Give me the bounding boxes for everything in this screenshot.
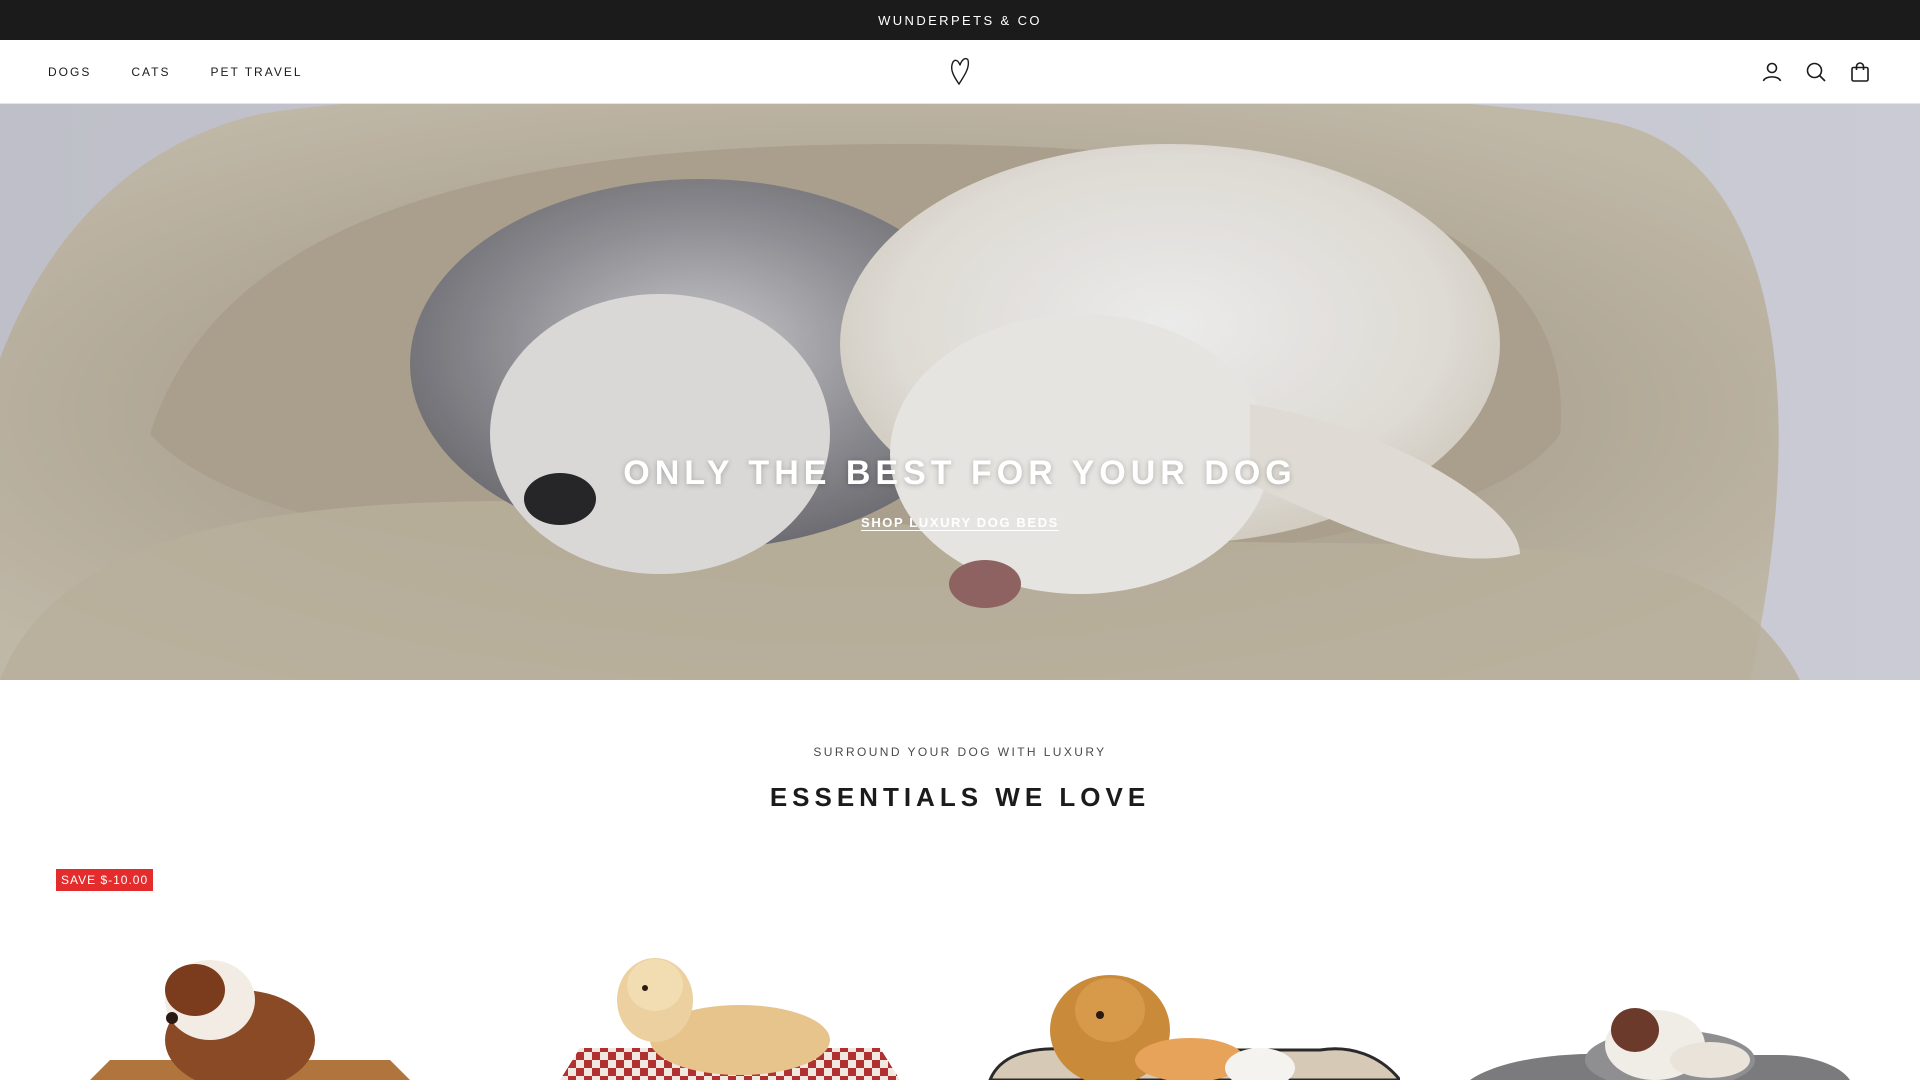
hero-image-dogs-on-bed xyxy=(0,104,1920,680)
product-image-dog-on-checkered-bed[interactable] xyxy=(480,860,920,1080)
shop-dog-beds-link[interactable]: SHOP LUXURY DOG BEDS xyxy=(861,515,1059,530)
main-nav: DOGS CATS PET TRAVEL xyxy=(48,40,303,104)
hero-banner: ONLY THE BEST FOR YOUR DOG SHOP LUXURY D… xyxy=(0,104,1920,680)
announcement-bar: WUNDERPETS & CO xyxy=(0,0,1920,40)
site-header: DOGS CATS PET TRAVEL xyxy=(0,40,1920,104)
product-card[interactable] xyxy=(960,860,1400,1080)
product-image-dog-on-grey-bed[interactable] xyxy=(1440,860,1880,1080)
product-image-dog-on-bed[interactable] xyxy=(0,860,440,1080)
product-grid: SAVE $-10.00 xyxy=(0,860,1920,1080)
announcement-text: WUNDERPETS & CO xyxy=(878,12,1042,28)
product-image-dog-and-cat-on-bed[interactable] xyxy=(960,860,1400,1080)
product-card[interactable]: SAVE $-10.00 xyxy=(0,860,440,1080)
hero-title: ONLY THE BEST FOR YOUR DOG xyxy=(623,454,1297,492)
nav-item-cats[interactable]: CATS xyxy=(131,65,170,79)
nav-item-pet-travel[interactable]: PET TRAVEL xyxy=(210,65,302,79)
nav-item-dogs[interactable]: DOGS xyxy=(48,65,91,79)
brand-logo-heart-icon[interactable] xyxy=(944,54,976,90)
product-card[interactable] xyxy=(1440,860,1880,1080)
search-icon[interactable] xyxy=(1804,60,1828,84)
product-card[interactable] xyxy=(480,860,920,1080)
hero-cta-wrapper: SHOP LUXURY DOG BEDS xyxy=(0,514,1920,532)
header-actions xyxy=(1760,40,1872,104)
cart-icon[interactable] xyxy=(1848,60,1872,84)
sale-badge: SAVE $-10.00 xyxy=(56,869,154,891)
account-icon[interactable] xyxy=(1760,60,1784,84)
section-subheading: SURROUND YOUR DOG WITH LUXURY xyxy=(813,745,1107,759)
section-heading: ESSENTIALS WE LOVE xyxy=(769,782,1151,812)
